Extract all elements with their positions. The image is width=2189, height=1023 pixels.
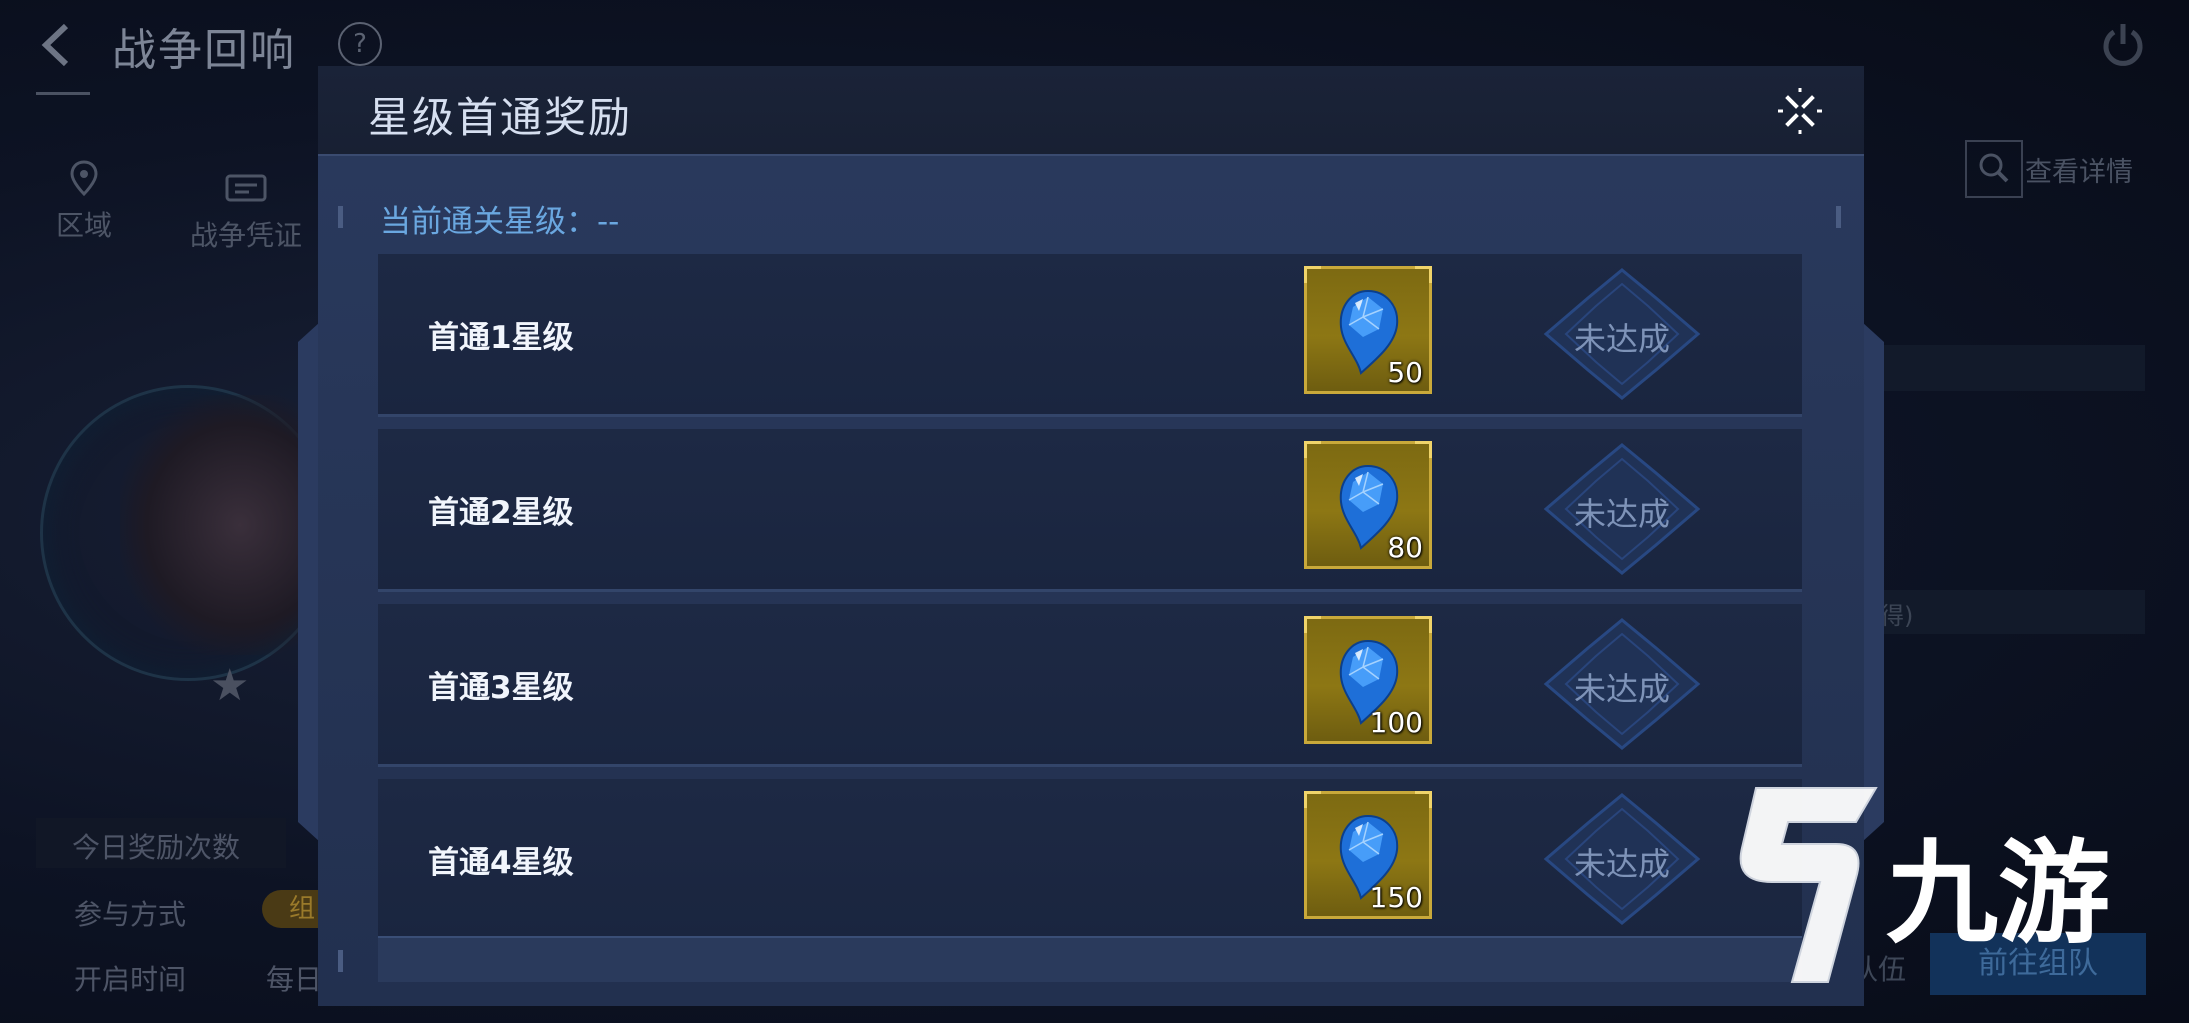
back-button[interactable]: [30, 18, 84, 72]
close-button[interactable]: [1770, 84, 1830, 138]
open-time-label: 开启时间: [74, 963, 187, 996]
dialog-right-wing: [1862, 322, 1884, 842]
search-icon-box: [1965, 140, 2023, 198]
status-badge: 未达成: [1538, 264, 1706, 404]
ticket-icon: [225, 174, 267, 202]
tab-region-label: 区域: [55, 209, 112, 242]
current-star-status: 当前通关星级：--: [380, 196, 619, 241]
current-star-label: 当前通关星级：: [380, 204, 597, 240]
list-bottom-edge: [378, 936, 1802, 982]
current-star-value: --: [597, 204, 620, 240]
scroll-indicator: [1836, 206, 1841, 228]
reward-item-slot[interactable]: 50: [1304, 266, 1432, 394]
status-text: 未达成: [1573, 670, 1670, 708]
reward-row: 首通3星级 100 未达成: [378, 604, 1802, 767]
reward-tier-label: 首通1星级: [428, 320, 574, 356]
slot-corner: [1415, 441, 1432, 458]
background-strip: [1880, 345, 2145, 391]
back-arrow-icon: [41, 23, 69, 67]
reward-row: 首通4星级 150 未达成: [378, 779, 1802, 942]
background-page-title: 战争回响: [112, 25, 296, 76]
reward-quantity: 100: [1369, 706, 1423, 739]
status-badge: 未达成: [1538, 614, 1706, 754]
reward-quantity: 150: [1369, 881, 1423, 914]
reward-row: 首通1星级 50 未达成: [378, 254, 1802, 417]
scroll-indicator: [338, 950, 343, 972]
star-first-clear-reward-dialog: 星级首通奖励 当前通关星级：-- 首通1星级 50 未达成 首通2星级 80 未…: [298, 66, 1884, 1006]
status-text: 未达成: [1573, 845, 1670, 883]
location-pin-icon: [70, 160, 98, 196]
scroll-indicator: [338, 206, 343, 228]
star-icon: ★: [210, 660, 250, 711]
dialog-left-wing: [298, 322, 320, 842]
reward-quantity: 50: [1387, 356, 1423, 389]
game-screen: 战争回响 ? 区域 战争凭证 查看详情 得) ★ 今日奖励次数 参与方式 组 开…: [0, 0, 2189, 1023]
power-button[interactable]: [2098, 20, 2148, 70]
dialog-header: 星级首通奖励: [318, 66, 1864, 156]
status-badge: 未达成: [1538, 439, 1706, 579]
power-icon: [2103, 24, 2143, 66]
reward-tier-label: 首通3星级: [428, 670, 574, 706]
view-details-button[interactable]: 查看详情: [1965, 140, 2145, 198]
reward-item-slot[interactable]: 150: [1304, 791, 1432, 919]
boss-portrait: [120, 395, 320, 655]
tab-region[interactable]: 区域: [44, 160, 124, 244]
view-details-label: 查看详情: [2025, 157, 2133, 188]
slot-corner: [1415, 616, 1432, 633]
slot-corner: [1304, 441, 1321, 458]
tab-war-voucher-label: 战争凭证: [189, 219, 302, 252]
background-fragment-text: 得): [1880, 602, 1914, 630]
watermark-text: 九游: [1886, 829, 2110, 959]
reward-quantity: 80: [1387, 531, 1423, 564]
background-strip: 得): [1880, 590, 2145, 634]
tab-war-voucher[interactable]: 战争凭证: [186, 170, 306, 254]
slot-corner: [1304, 266, 1321, 283]
reward-tier-label: 首通4星级: [428, 845, 574, 881]
dialog-title: 星级首通奖励: [368, 93, 633, 142]
jiuyou-watermark-logo: 九游: [1716, 782, 2156, 992]
slot-corner: [1304, 791, 1321, 808]
reward-list[interactable]: 首通1星级 50 未达成 首通2星级 80 未达成 首通3星级 100 未达成 …: [378, 254, 1802, 954]
reward-row: 首通2星级 80 未达成: [378, 429, 1802, 592]
slot-corner: [1415, 266, 1432, 283]
title-underline: [36, 92, 90, 95]
participation-label: 参与方式: [74, 898, 187, 931]
status-text: 未达成: [1573, 495, 1670, 533]
daily-reward-count-label: 今日奖励次数: [72, 831, 241, 864]
status-text: 未达成: [1573, 320, 1670, 358]
reward-item-slot[interactable]: 100: [1304, 616, 1432, 744]
slot-corner: [1415, 791, 1432, 808]
reward-item-slot[interactable]: 80: [1304, 441, 1432, 569]
help-button[interactable]: ?: [338, 22, 382, 66]
status-badge: 未达成: [1538, 789, 1706, 929]
reward-tier-label: 首通2星级: [428, 495, 574, 531]
close-icon: [1778, 88, 1822, 134]
slot-corner: [1304, 616, 1321, 633]
search-icon: [1979, 153, 2009, 183]
